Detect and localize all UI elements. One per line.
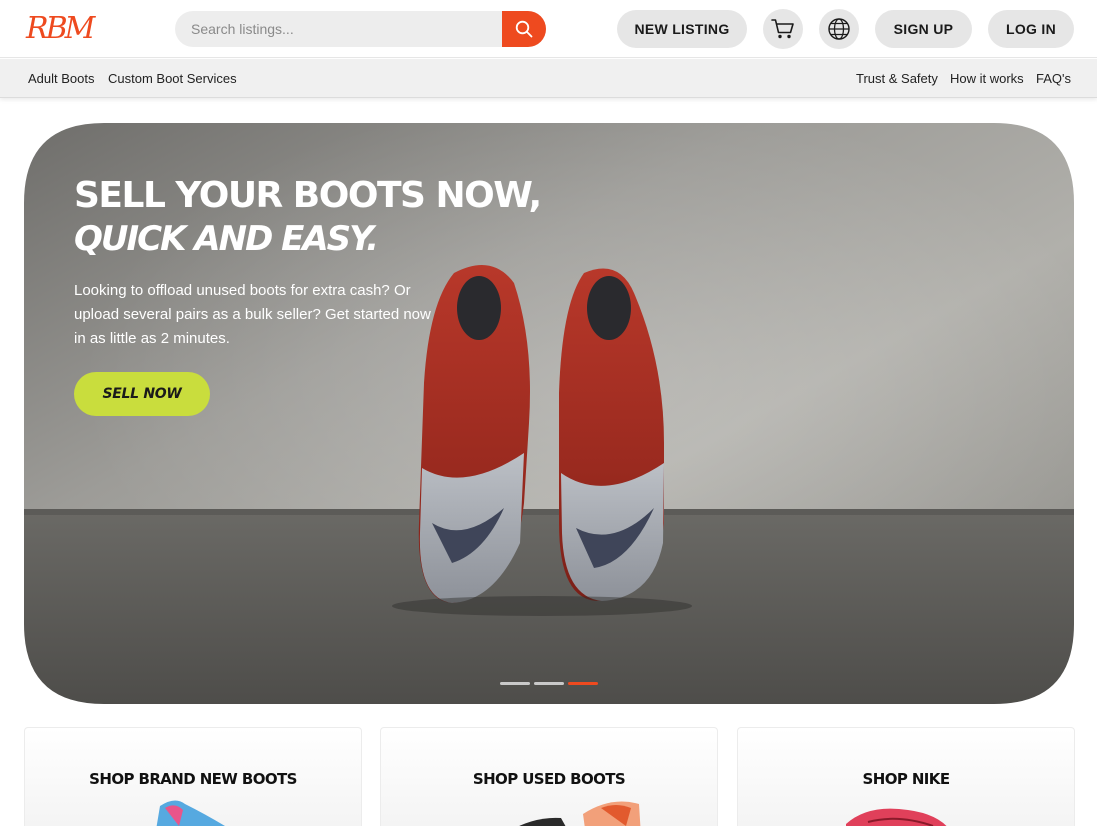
category-card-title: SHOP BRAND NEW BOOTS [89,770,297,788]
carousel-indicators [500,682,598,686]
hero-banner: SELL YOUR BOOTS NOW, QUICK AND EASY. Loo… [24,123,1074,704]
nav-trust-safety[interactable]: Trust & Safety [856,71,938,86]
boot-thumbnail [519,801,641,826]
new-listing-button[interactable]: NEW LISTING [617,10,747,48]
cart-icon [771,19,794,39]
sell-now-button[interactable]: SELL NOW [74,372,210,416]
nav-adult-boots[interactable]: Adult Boots [28,71,95,86]
hero-corner-br [994,624,1074,704]
nav-faqs[interactable]: FAQ's [1036,71,1071,86]
hero-subtitle: QUICK AND EASY. [74,219,379,259]
search-input[interactable] [175,11,502,47]
category-card-title: SHOP NIKE [862,770,951,788]
site-header: RBM NEW LISTING SIGN UP LOG IN [0,0,1097,58]
carousel-dot-1[interactable] [500,682,530,685]
hero-description: Looking to offload unused boots for extr… [74,282,431,347]
logo[interactable]: RBM [24,12,106,46]
search-bar [175,11,546,47]
hero-title: SELL YOUR BOOTS NOW, [74,175,542,216]
carousel-dot-3[interactable] [568,682,598,685]
search-button[interactable] [502,11,546,47]
log-in-button[interactable]: LOG IN [988,10,1074,48]
category-nav: Adult Boots Custom Boot Services Trust &… [0,59,1097,98]
carousel-dot-2[interactable] [534,682,564,685]
search-icon [515,20,533,38]
nav-how-it-works[interactable]: How it works [950,71,1024,86]
category-card-brand-new[interactable]: SHOP BRAND NEW BOOTS [24,727,362,826]
boot-thumbnail [846,808,947,826]
globe-icon [828,18,850,40]
category-card-used[interactable]: SHOP USED BOOTS [380,727,718,826]
nav-custom-boot-services[interactable]: Custom Boot Services [108,71,237,86]
sign-up-button[interactable]: SIGN UP [875,10,972,48]
svg-text:RBM: RBM [25,12,97,46]
hero-corner-bl [24,624,104,704]
language-button[interactable] [819,9,859,49]
cart-button[interactable] [763,9,803,49]
boot-thumbnail [156,800,225,826]
category-card-nike[interactable]: SHOP NIKE [737,727,1075,826]
hero-corner-tr [994,123,1074,203]
category-card-title: SHOP USED BOOTS [472,770,626,788]
